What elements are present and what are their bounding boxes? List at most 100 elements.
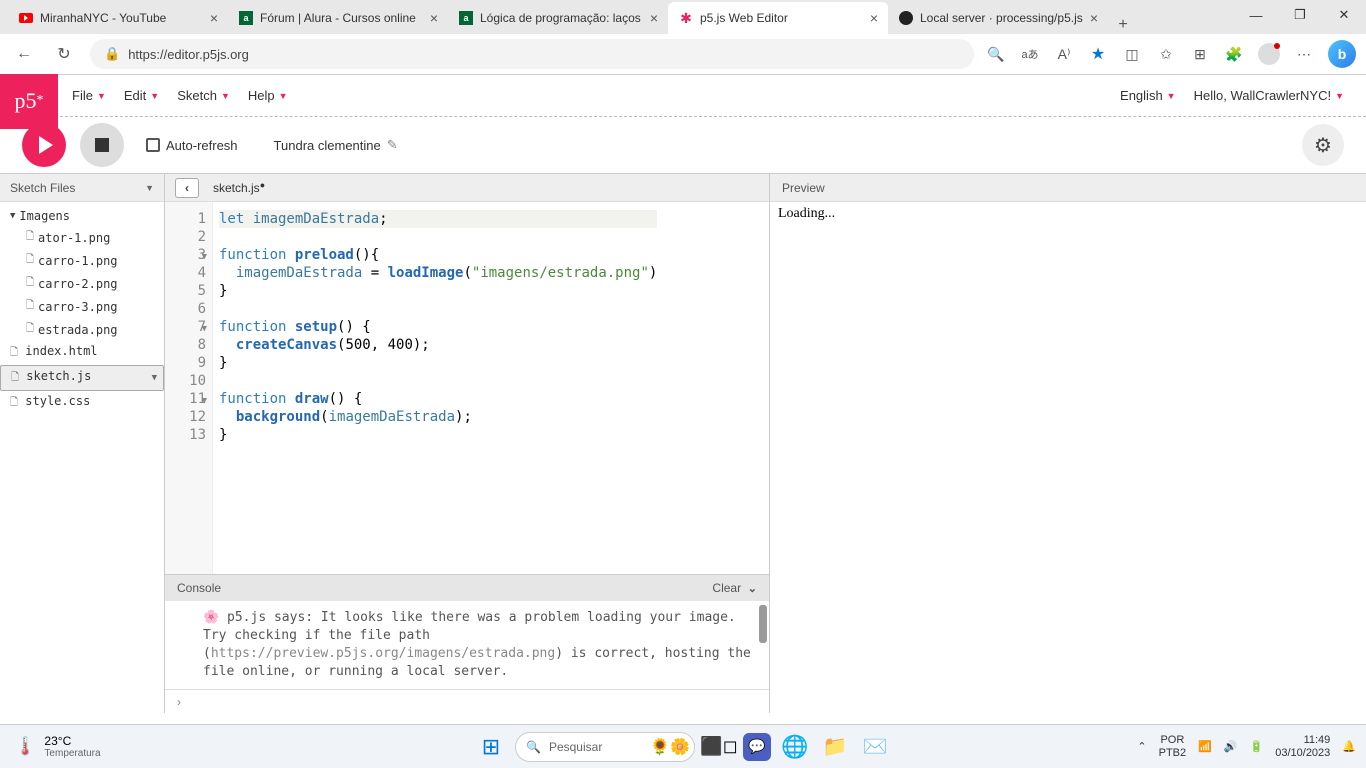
editor-tabs: ‹ sketch.js● <box>165 174 769 202</box>
back-button[interactable]: ← <box>10 40 38 68</box>
favorite-icon[interactable]: ★ <box>1088 44 1108 64</box>
p5-logo[interactable]: p5* <box>0 74 58 129</box>
more-icon[interactable]: ⋯ <box>1294 44 1314 64</box>
browser-tab-0[interactable]: MiranhaNYC - YouTube × <box>8 2 228 34</box>
language-selector[interactable]: English▼ <box>1120 88 1176 103</box>
temp-label: Temperatura <box>44 748 100 759</box>
play-button[interactable] <box>22 123 66 167</box>
url-text: https://editor.p5js.org <box>128 47 249 62</box>
close-icon[interactable]: × <box>870 10 878 26</box>
stop-button[interactable] <box>80 123 124 167</box>
close-window-button[interactable]: ✕ <box>1322 0 1366 30</box>
console-link[interactable]: https://preview.p5js.org/imagens/estrada… <box>211 646 555 661</box>
file-item[interactable]: 🗋 carro-1.png <box>0 249 164 272</box>
split-icon[interactable]: ◫ <box>1122 44 1142 64</box>
wifi-icon[interactable]: 📶 <box>1198 740 1212 753</box>
code-editor[interactable]: 123▼4567▼891011▼1213 let imagemDaEstrada… <box>165 202 769 574</box>
tray-chevron-icon[interactable]: ⌃ <box>1137 740 1146 753</box>
close-icon[interactable]: × <box>430 10 438 26</box>
alura-icon: a <box>458 10 474 26</box>
editor-pane: ‹ sketch.js● 123▼4567▼891011▼1213 let im… <box>165 174 770 713</box>
chevron-down-icon[interactable]: ⌄ <box>748 583 757 595</box>
console-clear[interactable]: Clear ⌄ <box>712 581 757 595</box>
temp-value: 23°C <box>44 734 100 748</box>
address-bar: ← ↻ 🔒 https://editor.p5js.org 🔍 aあ A⁾ ★ … <box>0 34 1366 74</box>
browser-tab-3[interactable]: ✱ p5.js Web Editor × <box>668 2 888 34</box>
chevron-down-icon[interactable]: ▼ <box>152 373 157 383</box>
file-item[interactable]: 🗋 index.html <box>0 341 164 365</box>
file-item[interactable]: 🗋 carro-2.png <box>0 272 164 295</box>
p5-icon: ✱ <box>678 10 694 26</box>
taskbar-search[interactable]: 🔍 Pesquisar 🌻🌼 <box>515 732 695 762</box>
menu-help[interactable]: Help▼ <box>248 88 288 103</box>
task-view-button[interactable]: ⬛◻ <box>703 731 735 763</box>
new-tab-button[interactable]: + <box>1108 16 1138 34</box>
preview-header: Preview <box>770 174 1366 202</box>
close-icon[interactable]: × <box>210 10 218 26</box>
search-toggle-icon[interactable]: 🔍 <box>986 44 1006 64</box>
chevron-down-icon: ▼ <box>279 91 288 101</box>
pencil-icon: ✎ <box>387 137 398 153</box>
close-icon[interactable]: × <box>650 10 658 26</box>
browser-chrome: MiranhaNYC - YouTube × a Fórum | Alura -… <box>0 0 1366 75</box>
search-decoration-icon: 🌻🌼 <box>650 737 690 757</box>
file-item[interactable]: 🗋 ator-1.png <box>0 226 164 249</box>
sidebar: Sketch Files ▼ ▼ Imagens 🗋 ator-1.png🗋 c… <box>0 174 165 713</box>
sketch-name[interactable]: Tundra clementine ✎ <box>274 137 398 153</box>
browser-tab-2[interactable]: a Lógica de programação: laços × <box>448 2 668 34</box>
file-item[interactable]: 🗋 style.css <box>0 391 164 415</box>
volume-icon[interactable]: 🔊 <box>1224 740 1238 753</box>
collapse-sidebar-button[interactable]: ‹ <box>175 178 199 198</box>
collections-icon[interactable]: ⊞ <box>1190 44 1210 64</box>
weather-widget[interactable]: 🌡️ 23°C Temperatura <box>0 734 101 759</box>
toolbar: Auto-refresh Tundra clementine ✎ ⚙ <box>0 117 1366 173</box>
favorites-bar-icon[interactable]: ✩ <box>1156 44 1176 64</box>
menu-file[interactable]: File▼ <box>72 88 106 103</box>
chat-button[interactable]: 💬 <box>743 733 771 761</box>
language-indicator[interactable]: POR PTB2 <box>1159 734 1187 760</box>
workspace: Sketch Files ▼ ▼ Imagens 🗋 ator-1.png🗋 c… <box>0 173 1366 713</box>
menu-edit[interactable]: Edit▼ <box>124 88 159 103</box>
browser-tab-4[interactable]: Local server · processing/p5.js × <box>888 2 1108 34</box>
notifications-icon[interactable]: 🔔 <box>1342 740 1356 753</box>
browser-tab-1[interactable]: a Fórum | Alura - Cursos online × <box>228 2 448 34</box>
youtube-icon <box>18 10 34 26</box>
settings-button[interactable]: ⚙ <box>1302 124 1344 166</box>
file-item[interactable]: 🗋 carro-3.png <box>0 295 164 318</box>
battery-icon[interactable]: 🔋 <box>1250 740 1264 753</box>
translate-icon[interactable]: aあ <box>1020 44 1040 64</box>
app-header: p5* File▼ Edit▼ Sketch▼ Help▼ English▼ H… <box>0 75 1366 117</box>
explorer-button[interactable]: 📁 <box>819 731 851 763</box>
close-icon[interactable]: × <box>1090 10 1098 26</box>
menu-sketch[interactable]: Sketch▼ <box>177 88 230 103</box>
file-tree: ▼ Imagens 🗋 ator-1.png🗋 carro-1.png🗋 car… <box>0 202 164 419</box>
autorefresh-toggle[interactable]: Auto-refresh <box>146 138 238 153</box>
mail-button[interactable]: ✉️ <box>859 731 891 763</box>
copilot-icon[interactable]: b <box>1328 40 1356 68</box>
user-greeting[interactable]: Hello, WallCrawlerNYC!▼ <box>1194 88 1344 103</box>
file-icon: 🗋 <box>26 252 34 269</box>
start-button[interactable]: ⊞ <box>475 731 507 763</box>
file-item[interactable]: 🗋 estrada.png <box>0 318 164 341</box>
file-item[interactable]: 🗋 sketch.js▼ <box>0 365 164 391</box>
alura-icon: a <box>238 10 254 26</box>
url-input[interactable]: 🔒 https://editor.p5js.org <box>90 39 974 69</box>
refresh-button[interactable]: ↻ <box>50 40 78 68</box>
console: Console Clear ⌄ 🌸 p5.js says: It looks l… <box>165 574 769 713</box>
clock[interactable]: 11:49 03/10/2023 <box>1275 734 1330 760</box>
read-aloud-icon[interactable]: A⁾ <box>1054 44 1074 64</box>
chevron-down-icon[interactable]: ▼ <box>145 183 154 193</box>
editor-tab[interactable]: sketch.js● <box>213 181 265 195</box>
extensions-icon[interactable]: 🧩 <box>1224 44 1244 64</box>
folder-item[interactable]: ▼ Imagens <box>0 206 164 226</box>
file-icon: 🗋 <box>26 275 34 292</box>
console-input[interactable]: › <box>165 689 769 713</box>
console-body[interactable]: 🌸 p5.js says: It looks like there was a … <box>165 601 769 689</box>
profile-icon[interactable] <box>1258 43 1280 65</box>
minimize-button[interactable]: — <box>1234 0 1278 30</box>
maximize-button[interactable]: ❐ <box>1278 0 1322 30</box>
scrollbar[interactable] <box>759 605 767 643</box>
file-icon: 🗋 <box>10 347 18 358</box>
edge-button[interactable]: 🌐 <box>779 731 811 763</box>
tab-title: Fórum | Alura - Cursos online <box>260 11 424 25</box>
